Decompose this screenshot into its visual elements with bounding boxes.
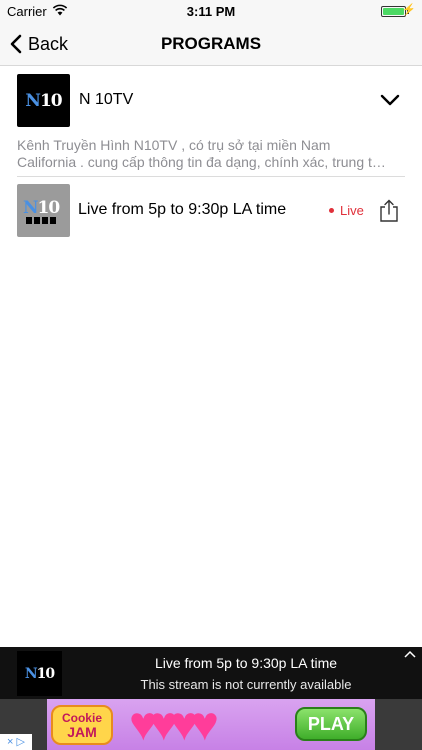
channel-header: N10 N 10TV Kênh Truyền Hình N10TV , có t… xyxy=(0,66,422,176)
mini-player[interactable]: N10 Live from 5p to 9:30p LA time This s… xyxy=(0,647,422,699)
chevron-left-icon xyxy=(10,34,22,54)
chevron-up-icon[interactable] xyxy=(404,650,416,658)
status-bar: Carrier 3:11 PM ⚡ xyxy=(0,0,422,22)
navigation-bar: Back PROGRAMS xyxy=(0,22,422,66)
live-label: Live xyxy=(340,203,364,218)
back-label: Back xyxy=(28,33,69,54)
heart-candies-icon: ♥♥♥♥ xyxy=(129,699,219,750)
player-status: This stream is not currently available xyxy=(140,677,352,692)
channel-name: N 10TV xyxy=(79,91,134,108)
ad-creative[interactable]: Cookie JAM ♥♥♥♥ PLAY xyxy=(47,699,375,750)
cookie-jam-logo: Cookie JAM xyxy=(51,705,113,745)
ad-banner[interactable]: Cookie JAM ♥♥♥♥ PLAY × ▷ xyxy=(0,699,422,750)
clock: 3:11 PM xyxy=(186,4,236,19)
live-dot-icon xyxy=(329,208,334,213)
description-line-1: Kênh Truyền Hình N10TV , có trụ sở tại m… xyxy=(17,137,331,153)
channel-description: Kênh Truyền Hình N10TV , có trụ sở tại m… xyxy=(17,137,405,171)
channel-logo: N10 xyxy=(17,74,70,127)
program-thumbnail: N10 xyxy=(17,184,70,237)
player-logo: N10 xyxy=(17,651,62,696)
program-title: Live from 5p to 9:30p LA time xyxy=(78,201,287,218)
chevron-down-icon[interactable] xyxy=(380,93,400,107)
screen: Carrier 3:11 PM ⚡ Back PROGRAMS N10 N 10… xyxy=(0,0,422,750)
program-row[interactable]: N10 Live from 5p to 9:30p LA time Live xyxy=(0,177,422,243)
description-line-2: California . cung cấp thông tin đa dạng,… xyxy=(17,154,386,170)
ad-close-icon[interactable]: × xyxy=(7,736,13,748)
share-icon[interactable] xyxy=(378,199,400,223)
adchoices-icon[interactable]: × ▷ xyxy=(0,734,32,750)
charging-icon: ⚡ xyxy=(402,4,416,16)
live-badge: Live xyxy=(329,203,364,218)
player-title: Live from 5p to 9:30p LA time xyxy=(154,655,338,671)
ad-play-button[interactable]: PLAY xyxy=(295,707,367,741)
ad-info-icon[interactable]: ▷ xyxy=(16,736,24,748)
back-button[interactable]: Back xyxy=(10,30,68,58)
